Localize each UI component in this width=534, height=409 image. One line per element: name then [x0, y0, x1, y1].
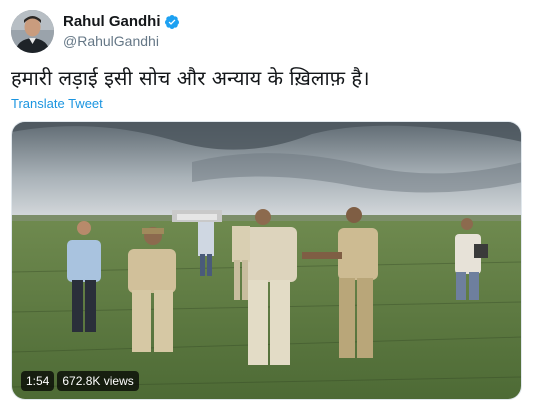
tweet-header: Rahul Gandhi @RahulGandhi	[11, 8, 180, 54]
video-view-count: 672.8K views	[57, 371, 139, 391]
video-thumbnail	[12, 122, 521, 399]
verified-badge-icon	[164, 14, 180, 30]
author-handle[interactable]: @RahulGandhi	[63, 33, 180, 49]
author-names: Rahul Gandhi @RahulGandhi	[63, 13, 180, 49]
tweet-text: हमारी लड़ाई इसी सोच और अन्याय के ख़िलाफ़…	[11, 66, 370, 90]
name-row: Rahul Gandhi	[63, 13, 180, 30]
avatar[interactable]	[11, 9, 54, 53]
video-meta: 1:54 672.8K views	[21, 371, 139, 391]
video-duration: 1:54	[21, 371, 55, 391]
author-display-name[interactable]: Rahul Gandhi	[63, 13, 161, 30]
video-player[interactable]: 1:54 672.8K views	[11, 121, 522, 400]
translate-tweet-link[interactable]: Translate Tweet	[11, 96, 103, 111]
